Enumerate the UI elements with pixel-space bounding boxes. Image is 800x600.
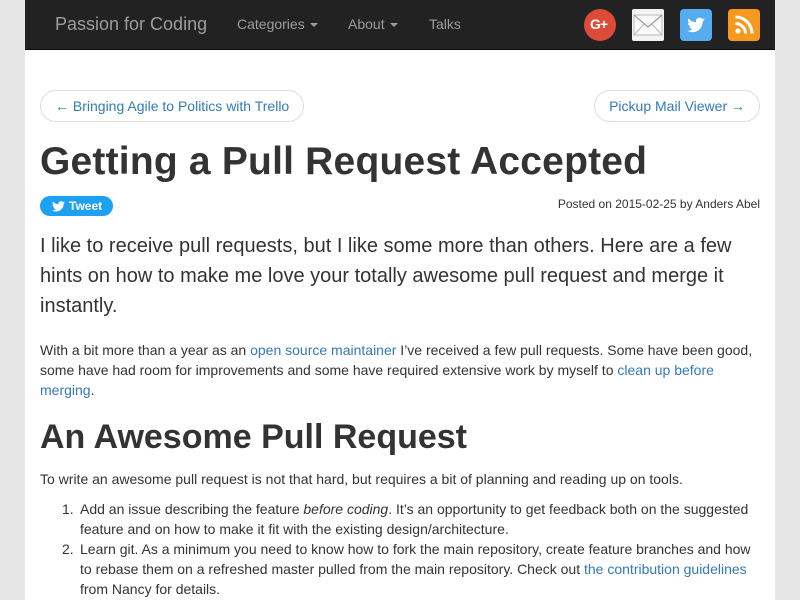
rss-icon[interactable]: [728, 9, 760, 41]
intro-paragraph: With a bit more than a year as an open s…: [40, 340, 760, 400]
main-content: ← Bringing Agile to Politics with Trello…: [25, 50, 775, 600]
list-item: 1. Add an issue describing the feature b…: [40, 499, 760, 539]
chevron-down-icon: [309, 23, 318, 28]
contribution-guidelines-link[interactable]: the contribution guidelines: [584, 561, 747, 577]
tips-list: 1. Add an issue describing the feature b…: [40, 499, 760, 599]
list-number: 2.: [62, 541, 74, 557]
post-meta: Posted on 2015-02-25 by Anders Abel: [557, 197, 760, 211]
intro-text-3: .: [90, 382, 95, 398]
lead-paragraph: I like to receive pull requests, but I l…: [40, 235, 732, 317]
nav-talks-link[interactable]: Talks: [429, 16, 461, 32]
site-brand-link[interactable]: Passion for Coding: [55, 14, 207, 35]
nav-about-dropdown[interactable]: About: [348, 16, 398, 32]
google-plus-label: G+: [590, 16, 608, 32]
section-intro: To write an awesome pull request is not …: [40, 471, 683, 487]
section-heading: An Awesome Pull Request: [40, 418, 467, 456]
google-plus-icon[interactable]: G+: [584, 9, 616, 41]
tweet-button[interactable]: Tweet: [40, 196, 113, 216]
list-emphasis: before coding: [303, 501, 389, 517]
nav-categories-label: Categories: [237, 16, 305, 32]
nav-categories-dropdown[interactable]: Categories: [237, 16, 318, 32]
chevron-down-icon: [389, 23, 398, 28]
page-title: Getting a Pull Request Accepted: [40, 140, 648, 183]
list-item: 2. Learn git. As a minimum you need to k…: [40, 539, 760, 599]
list-text: Add an issue describing the feature: [80, 501, 304, 517]
twitter-icon[interactable]: [680, 9, 712, 41]
previous-post-button[interactable]: ← Bringing Agile to Politics with Trello: [40, 90, 305, 122]
list-text: from Nancy for details.: [80, 581, 221, 597]
tweet-label: Tweet: [69, 199, 103, 213]
nav-about-label: About: [348, 16, 385, 32]
twitter-bird-icon: [52, 201, 65, 212]
mail-icon[interactable]: [632, 9, 664, 41]
list-number: 1.: [62, 501, 74, 517]
intro-text-1: With a bit more than a year as an: [40, 342, 251, 358]
open-source-maintainer-link[interactable]: open source maintainer: [250, 342, 396, 358]
top-navbar: Passion for Coding Categories About Talk…: [25, 0, 775, 50]
next-post-button[interactable]: Pickup Mail Viewer →: [594, 90, 760, 122]
